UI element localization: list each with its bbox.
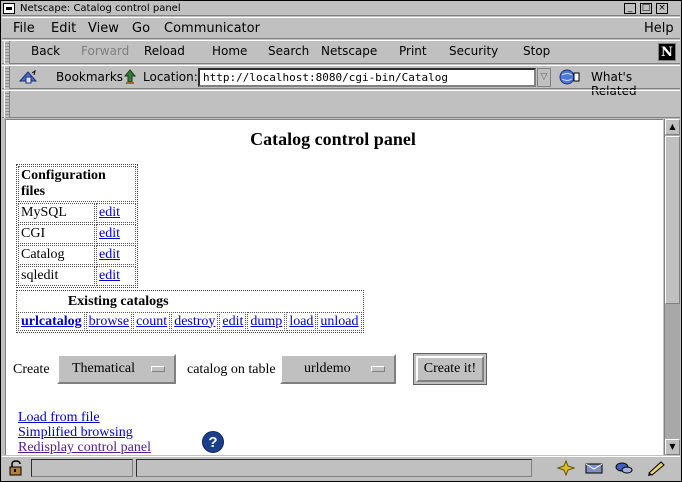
dump-link[interactable]: dump — [250, 314, 282, 329]
existing-catalogs-header: Existing catalogs — [67, 293, 169, 309]
config-file-name: Catalog — [18, 245, 95, 265]
bookmarks-icon[interactable] — [18, 69, 38, 85]
catalog-name-link[interactable]: urlcatalog — [21, 314, 82, 329]
option-menu-indicator-icon — [151, 366, 165, 372]
edit-catalog-action-link[interactable]: edit — [222, 314, 243, 329]
catalog-type-value: Thematical — [72, 361, 135, 376]
simplified-browsing-link[interactable]: Simplified browsing — [18, 425, 133, 440]
option-menu-indicator-icon — [371, 366, 385, 372]
page-links: Load from file Simplified browsing Redis… — [18, 410, 151, 455]
progress-bar — [31, 459, 133, 477]
navigation-toolbar: Back Forward Reload Home Search Netscape… — [2, 40, 680, 64]
table-row: urlcatalog browse count destroy edit dum… — [18, 312, 362, 331]
menu-file[interactable]: File — [13, 21, 35, 36]
close-button[interactable]: × — [656, 3, 668, 14]
status-bar — [2, 456, 680, 481]
menu-help[interactable]: Help — [644, 21, 674, 36]
mail-component-icon[interactable] — [584, 460, 604, 476]
config-files-header: Configuration files — [18, 166, 136, 202]
url-dropdown-icon[interactable]: ▽ — [537, 68, 551, 87]
edit-catalog-link[interactable]: edit — [99, 247, 120, 262]
create-catalog-form: Create Thematical catalog on table urlde… — [13, 352, 653, 386]
menu-edit[interactable]: Edit — [51, 21, 76, 36]
window-menu-icon[interactable] — [3, 3, 15, 14]
submit-default-frame: Create it! — [413, 353, 487, 385]
menu-view[interactable]: View — [88, 21, 119, 36]
netscape-logo[interactable]: N — [658, 43, 676, 61]
menu-communicator[interactable]: Communicator — [164, 21, 260, 36]
navigator-component-icon[interactable] — [556, 460, 576, 476]
minimize-button[interactable]: _ — [624, 3, 636, 14]
reload-button[interactable]: Reload — [144, 44, 185, 58]
back-button[interactable]: Back — [31, 44, 60, 58]
stop-button[interactable]: Stop — [523, 44, 550, 58]
destroy-link[interactable]: destroy — [174, 314, 215, 329]
location-icon[interactable] — [123, 69, 137, 85]
window-title: Netscape: Catalog control panel — [20, 3, 181, 14]
personal-toolbar-grip[interactable] — [4, 91, 10, 118]
scroll-thumb[interactable] — [665, 136, 680, 304]
locationbar-grip[interactable] — [4, 66, 10, 89]
create-it-button[interactable]: Create it! — [416, 356, 484, 382]
load-link[interactable]: load — [289, 314, 313, 329]
redisplay-control-panel-link[interactable]: Redisplay control panel — [18, 440, 151, 455]
table-select[interactable]: urldemo — [280, 354, 396, 384]
edit-cgi-link[interactable]: edit — [99, 226, 120, 241]
browser-window: Netscape: Catalog control panel _ □ × Fi… — [0, 0, 682, 482]
forward-button[interactable]: Forward — [81, 44, 129, 58]
menu-go[interactable]: Go — [132, 21, 150, 36]
discussions-component-icon[interactable] — [614, 460, 634, 476]
maximize-button[interactable]: □ — [640, 3, 652, 14]
catalog-type-select[interactable]: Thematical — [57, 354, 176, 384]
page-title: Catalog control panel — [250, 129, 416, 149]
lock-icon[interactable] — [8, 460, 24, 476]
whats-related-icon[interactable] — [558, 69, 582, 85]
unload-link[interactable]: unload — [320, 314, 358, 329]
existing-catalogs-table: Existing catalogs urlcatalog browse coun… — [16, 290, 364, 333]
config-files-table: Configuration files MySQL edit CGI edit … — [16, 164, 138, 288]
print-button[interactable]: Print — [399, 44, 427, 58]
composer-component-icon[interactable] — [646, 460, 666, 476]
edit-mysql-link[interactable]: edit — [99, 205, 120, 220]
help-icon[interactable]: ? — [202, 431, 224, 453]
title-bar: Netscape: Catalog control panel _ □ × — [2, 2, 680, 16]
edit-sqledit-link[interactable]: edit — [99, 268, 120, 283]
config-file-name: MySQL — [18, 203, 95, 223]
bookmarks-label[interactable]: Bookmarks — [56, 70, 123, 84]
location-bar: Bookmarks Location: http://localhost:808… — [2, 65, 680, 98]
security-button[interactable]: Security — [449, 44, 498, 58]
table-value: urldemo — [304, 361, 351, 376]
table-row: Catalog edit — [18, 245, 136, 265]
table-row: CGI edit — [18, 224, 136, 244]
page-content: Catalog control panel Configuration file… — [5, 119, 663, 455]
location-label: Location: — [143, 70, 198, 84]
personal-toolbar — [2, 90, 680, 118]
vertical-scrollbar[interactable]: ▲ ▼ — [664, 119, 680, 455]
url-field[interactable]: http://localhost:8080/cgi-bin/Catalog — [198, 68, 536, 87]
config-file-name: sqledit — [18, 266, 95, 286]
toolbar-grip[interactable] — [4, 41, 10, 64]
load-from-file-link[interactable]: Load from file — [18, 410, 100, 425]
table-row: MySQL edit — [18, 203, 136, 223]
create-label: Create — [13, 362, 50, 377]
browse-link[interactable]: browse — [89, 314, 129, 329]
config-file-name: CGI — [18, 224, 95, 244]
home-button[interactable]: Home — [212, 44, 247, 58]
table-row: sqledit edit — [18, 266, 136, 286]
menu-bar: File Edit View Go Communicator Help — [2, 17, 680, 39]
count-link[interactable]: count — [136, 314, 167, 329]
on-table-label: catalog on table — [187, 362, 276, 377]
status-text — [136, 459, 532, 477]
scroll-down-icon[interactable]: ▼ — [665, 439, 680, 455]
search-button[interactable]: Search — [268, 44, 309, 58]
netscape-button[interactable]: Netscape — [321, 44, 377, 58]
scroll-up-icon[interactable]: ▲ — [665, 119, 680, 135]
